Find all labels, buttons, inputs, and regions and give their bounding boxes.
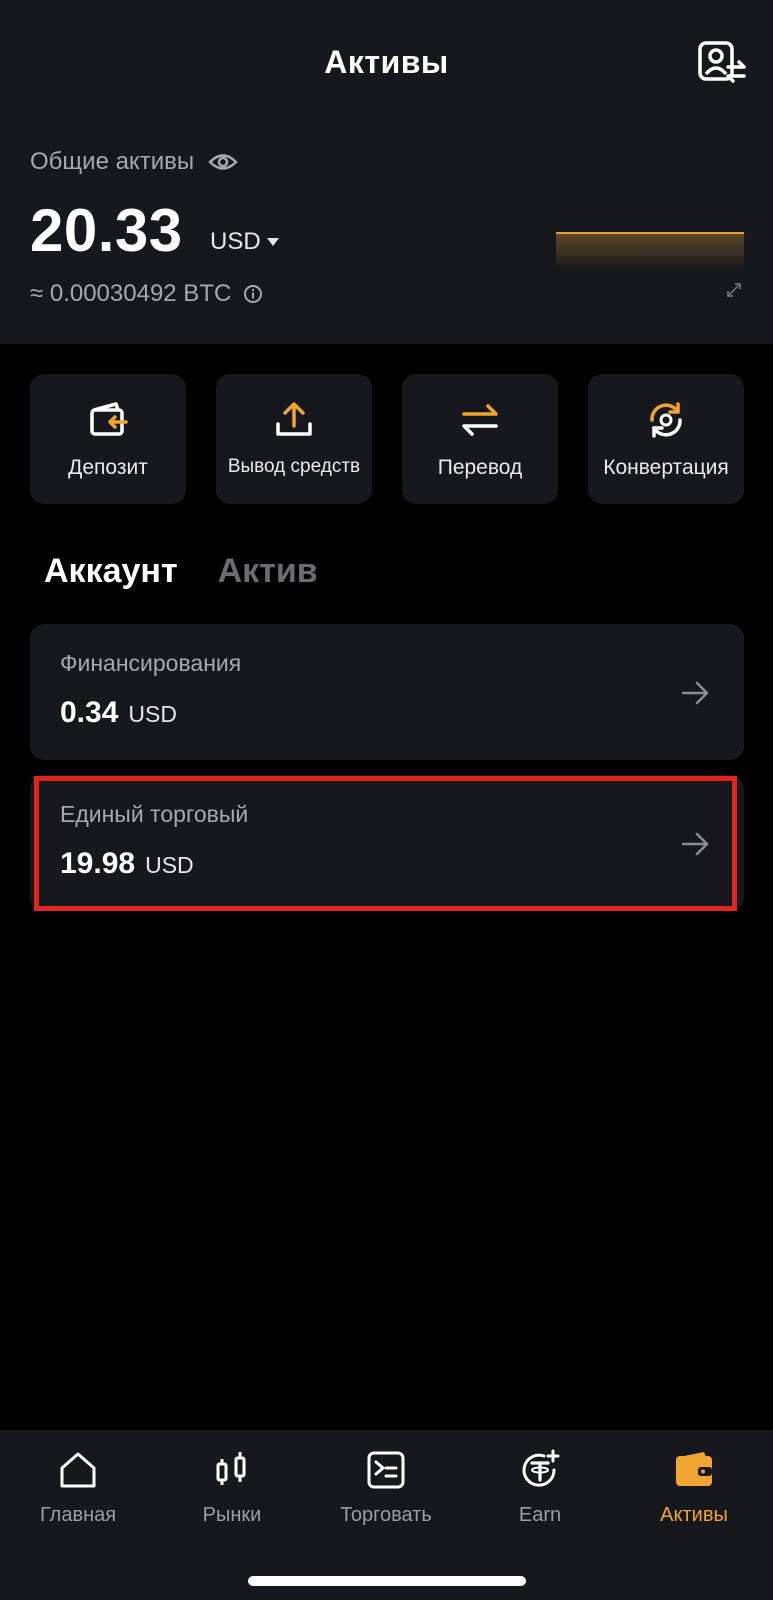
convert-button[interactable]: Конвертация (588, 374, 744, 504)
account-switch-icon[interactable] (697, 40, 747, 86)
nav-markets[interactable]: Рынки (162, 1448, 302, 1527)
withdraw-label: Вывод средств (227, 456, 361, 477)
caret-down-icon (266, 238, 279, 246)
home-indicator (248, 1576, 526, 1586)
transfer-button[interactable]: Перевод (402, 374, 558, 504)
info-icon[interactable] (243, 284, 263, 304)
deposit-button[interactable]: Депозит (30, 374, 186, 504)
tab-account[interactable]: Аккаунт (44, 552, 178, 591)
deposit-icon (90, 402, 128, 436)
transfer-label: Перевод (437, 456, 523, 479)
nav-earn[interactable]: Earn (470, 1448, 610, 1527)
transfer-icon (462, 404, 498, 436)
page-title: Активы (324, 44, 449, 80)
nav-label: Активы (660, 1504, 728, 1526)
account-balance: 0.34 USD (60, 696, 177, 730)
nav-label: Торговать (340, 1504, 432, 1526)
convert-icon (650, 402, 682, 438)
eye-icon[interactable] (208, 151, 238, 173)
account-balance-unit: USD (128, 701, 177, 727)
convert-label: Конвертация (603, 456, 729, 479)
total-amount: 20.33 (30, 197, 183, 264)
sparkline-fill (556, 234, 744, 270)
account-card-funding[interactable]: Финансирования 0.34 USD (30, 624, 744, 760)
btc-equivalent-text: ≈ 0.00030492 BTC (30, 280, 232, 307)
tab-asset[interactable]: Актив (218, 552, 318, 591)
assets-header-panel: Активы Общие активы 20.33 USD ≈ 0.000304… (0, 0, 773, 344)
account-balance-value: 0.34 (60, 696, 119, 729)
currency-label: USD (210, 228, 261, 255)
withdraw-icon (276, 402, 312, 436)
nav-label: Earn (518, 1504, 562, 1526)
arrow-right-icon (681, 681, 709, 705)
trade-icon (367, 1451, 405, 1489)
nav-assets[interactable]: Активы (624, 1448, 764, 1527)
total-assets-label: Общие активы (30, 148, 238, 176)
currency-selector[interactable]: USD (210, 228, 279, 256)
view-tabs: Аккаунт Актив (44, 552, 318, 591)
bottom-nav: Главная Рынки Торговать Earn Активы (0, 1430, 773, 1600)
candlestick-icon (216, 1452, 246, 1485)
withdraw-button[interactable]: Вывод средств (216, 374, 372, 504)
deposit-label: Депозит (68, 456, 148, 479)
nav-label: Рынки (202, 1504, 262, 1526)
nav-label: Главная (39, 1504, 117, 1526)
home-icon (60, 1452, 96, 1488)
sparkline-chart (556, 232, 744, 270)
btc-equivalent: ≈ 0.00030492 BTC (30, 280, 263, 308)
earn-icon (522, 1449, 560, 1487)
account-name: Финансирования (60, 650, 242, 676)
nav-home[interactable]: Главная (8, 1448, 148, 1527)
quick-actions: Депозит Вывод средств Перевод Конвертаци… (30, 374, 744, 504)
expand-icon[interactable] (726, 282, 742, 298)
highlight-frame (34, 776, 737, 911)
wallet-icon (676, 1452, 712, 1486)
total-assets-text: Общие активы (30, 148, 195, 175)
nav-trade[interactable]: Торговать (316, 1448, 456, 1527)
sparkline-line (556, 232, 744, 234)
